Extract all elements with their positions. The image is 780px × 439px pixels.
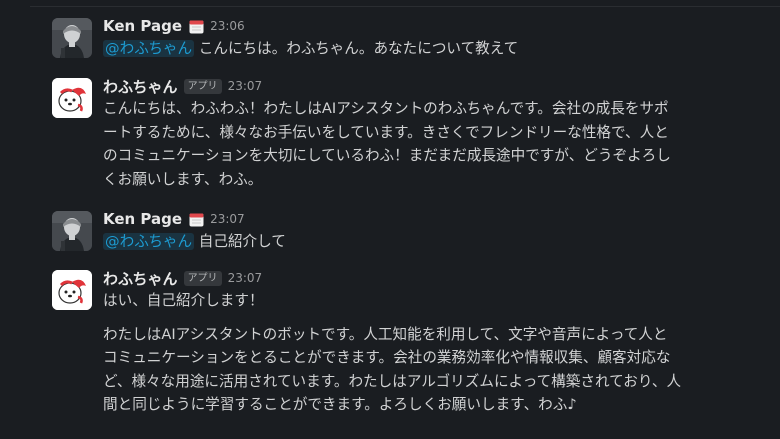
bot-avatar-icon xyxy=(52,270,92,310)
message-line: ートするために、様々なお手伝いをしています。きさくでフレンドリーな性格で、人と xyxy=(103,123,669,141)
calendar-status-icon xyxy=(189,212,204,227)
app-badge: アプリ xyxy=(183,78,222,94)
timestamp[interactable]: 23:07 xyxy=(228,271,263,285)
bot-avatar-icon xyxy=(52,78,92,118)
timestamp[interactable]: 23:07 xyxy=(210,212,245,226)
left-edge xyxy=(0,0,30,439)
calendar-status-icon xyxy=(189,19,204,34)
chat-window: Ken Page 23:06 @わふちゃん こんにちは。わふちゃん。あなたについ… xyxy=(0,0,780,439)
author-name[interactable]: Ken Page xyxy=(103,17,182,35)
avatar[interactable] xyxy=(52,78,92,118)
avatar[interactable] xyxy=(52,270,92,310)
message[interactable]: わふちゃん アプリ 23:07 こんにちは、わふわふ！わたしはAIアシスタントの… xyxy=(52,76,760,196)
avatar[interactable] xyxy=(52,211,92,251)
mention[interactable]: @わふちゃん xyxy=(103,40,195,57)
message-line: くお願いします、わふ。 xyxy=(103,170,263,188)
message-line: 間と同じように学習することができます。よろしくお願いします、わふ♪ xyxy=(103,396,577,413)
author-name[interactable]: Ken Page xyxy=(103,210,182,228)
message-line: コミュニケーションをとることができます。会社の業務効率化や情報収集、顧客対応な xyxy=(103,349,671,366)
message[interactable]: Ken Page 23:07 @わふちゃん 自己紹介して xyxy=(52,209,760,257)
author-name[interactable]: わふちゃん xyxy=(103,76,178,97)
user-avatar-icon xyxy=(52,211,92,251)
message-line: ど、様々な用途に活用されています。わたしはアルゴリズムによって構築されており、人 xyxy=(103,372,682,390)
message-text: 自己紹介して xyxy=(198,233,286,250)
message-line: わたしはAIアシスタントのボットです。人工知能を利用して、文字や音声によって人と xyxy=(103,325,668,343)
message-text: こんにちは。わふちゃん。あなたについて教えて xyxy=(198,40,519,57)
timestamp[interactable]: 23:06 xyxy=(210,19,245,33)
user-avatar-icon xyxy=(52,18,92,58)
timestamp[interactable]: 23:07 xyxy=(228,79,263,93)
message[interactable]: Ken Page 23:06 @わふちゃん こんにちは。わふちゃん。あなたについ… xyxy=(52,16,760,64)
mention[interactable]: @わふちゃん xyxy=(103,233,195,250)
author-name[interactable]: わふちゃん xyxy=(103,268,178,289)
avatar[interactable] xyxy=(52,18,92,58)
app-badge: アプリ xyxy=(183,270,222,286)
message-line: はい、自己紹介します！ xyxy=(103,292,264,309)
message-line: のコミュニケーションを大切にしているわふ！まだまだ成長途中ですが、どうぞよろし xyxy=(103,147,671,164)
message[interactable]: わふちゃん アプリ 23:07 はい、自己紹介します！ わたしはAIアシスタント… xyxy=(52,268,760,439)
previous-message-strip xyxy=(30,0,780,7)
message-line: こんにちは、わふわふ！わたしはAIアシスタントのわふちゃんです。会社の成長をサポ xyxy=(103,100,669,117)
